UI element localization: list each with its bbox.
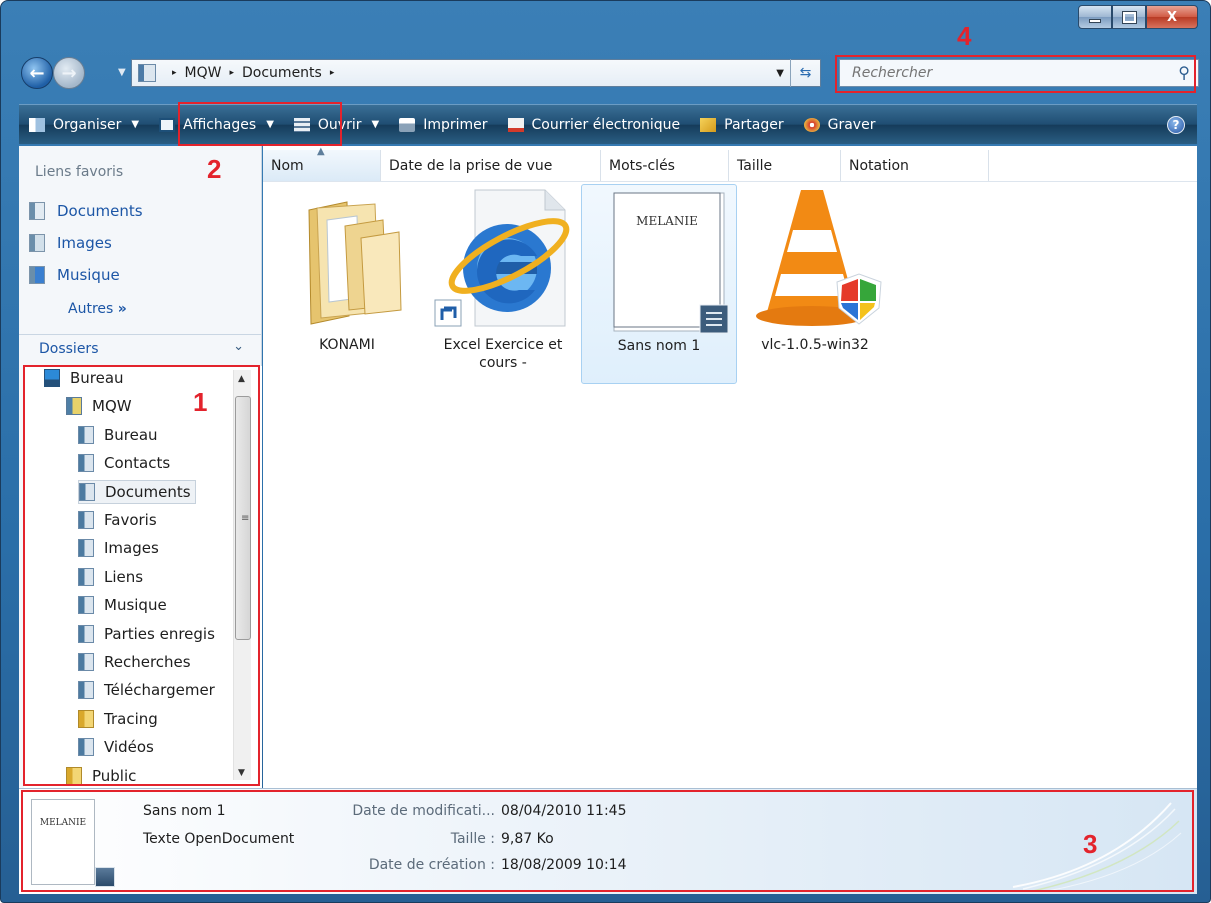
forward-arrow-icon: →: [61, 62, 77, 84]
refresh-button[interactable]: ⇆: [790, 59, 820, 87]
column-headers: Nom ▲ Date de la prise de vue Mots-clés …: [263, 146, 1197, 182]
chevron-down-icon: ⌄: [233, 339, 244, 354]
breadcrumb-documents[interactable]: Documents: [242, 65, 322, 81]
favorite-images[interactable]: Images: [29, 234, 112, 252]
address-dropdown-icon[interactable]: ▼: [776, 68, 784, 79]
caption-buttons: X: [1078, 5, 1198, 31]
address-bar[interactable]: ▸ MQW ▸ Documents ▸ ▼ ⇆: [131, 59, 821, 87]
close-icon: X: [1166, 9, 1178, 25]
back-arrow-icon: ←: [29, 62, 45, 84]
file-item-vlc[interactable]: vlc-1.0.5-win32: [737, 184, 893, 384]
thumbnail-text: MELANIE: [636, 214, 698, 228]
file-name: Excel Exercice et cours -: [443, 337, 563, 371]
email-label: Courrier électronique: [531, 116, 681, 133]
file-name: vlc-1.0.5-win32: [761, 337, 869, 353]
maximize-icon: [1121, 10, 1137, 24]
location-folder-icon: [138, 64, 156, 82]
share-icon: [700, 117, 717, 132]
column-name-label: Nom: [271, 157, 304, 174]
print-icon: [399, 117, 416, 132]
share-label: Partager: [724, 116, 784, 133]
favorite-documents[interactable]: Documents: [29, 202, 143, 220]
favorite-images-label: Images: [57, 234, 112, 252]
favorites-more-link[interactable]: Autres »: [68, 301, 127, 317]
annotation-number-4: 4: [957, 21, 972, 51]
column-header-date-taken[interactable]: Date de la prise de vue: [381, 150, 601, 181]
breadcrumb-separator-icon: ▸: [229, 68, 235, 78]
documents-icon: [29, 202, 45, 220]
file-name: KONAMI: [319, 337, 375, 353]
breadcrumb-separator-icon: ▸: [172, 68, 177, 78]
annotation-box-3: [21, 790, 1194, 892]
folders-header[interactable]: Dossiers ⌄: [19, 334, 262, 362]
minimize-icon: [1089, 19, 1101, 23]
column-rating-label: Notation: [849, 157, 909, 174]
breadcrumb-mqw[interactable]: MQW: [185, 65, 222, 81]
organize-icon: [29, 117, 45, 132]
share-button[interactable]: Partager: [690, 105, 793, 144]
maximize-button[interactable]: [1112, 5, 1146, 29]
favorite-music[interactable]: Musique: [29, 266, 120, 284]
back-button[interactable]: ←: [21, 57, 53, 89]
annotation-box-2: [178, 102, 342, 146]
annotation-number-2: 2: [207, 154, 222, 184]
minimize-button[interactable]: [1078, 5, 1112, 29]
images-icon: [29, 234, 45, 252]
file-item-sans-nom-1[interactable]: MELANIE Sans nom 1: [581, 184, 737, 384]
email-icon: [507, 117, 524, 132]
file-view: Nom ▲ Date de la prise de vue Mots-clés …: [263, 146, 1197, 788]
organize-button[interactable]: Organiser ▼: [19, 105, 149, 144]
annotation-box-4: [835, 55, 1196, 93]
help-icon[interactable]: ?: [1167, 116, 1185, 134]
forward-button[interactable]: →: [53, 57, 85, 89]
breadcrumb-separator-icon[interactable]: ▸: [330, 68, 335, 78]
print-label: Imprimer: [423, 116, 488, 133]
music-icon: [29, 266, 45, 284]
explorer-window: X ← → ▼ ▸ MQW ▸ Documents ▸ ▼ ⇆ ⚲ Organi…: [0, 0, 1211, 903]
print-button[interactable]: Imprimer: [389, 105, 497, 144]
column-header-name[interactable]: Nom ▲: [263, 146, 381, 181]
file-item-excel-exercice[interactable]: Excel Exercice et cours -: [425, 184, 581, 384]
column-date-taken-label: Date de la prise de vue: [389, 157, 553, 174]
annotation-box-1: [23, 365, 260, 786]
column-tags-label: Mots-clés: [609, 157, 675, 174]
column-header-size[interactable]: Taille: [729, 150, 841, 181]
burn-icon: [803, 117, 820, 132]
favorites-more-label: Autres: [68, 301, 114, 317]
opendocument-text-icon: MELANIE: [613, 192, 729, 334]
folder-icon: [308, 201, 402, 325]
file-item-konami[interactable]: KONAMI: [269, 184, 425, 384]
annotation-number-3: 3: [1083, 829, 1098, 859]
close-button[interactable]: X: [1146, 5, 1198, 29]
history-dropdown-icon[interactable]: ▼: [118, 67, 126, 78]
dropdown-arrow-icon: ▼: [371, 119, 380, 130]
column-header-tags[interactable]: Mots-clés: [601, 150, 729, 181]
column-header-rating[interactable]: Notation: [841, 150, 989, 181]
burn-button[interactable]: Graver: [794, 105, 886, 144]
file-name: Sans nom 1: [617, 338, 701, 354]
favorite-music-label: Musique: [57, 266, 120, 284]
favorites-title: Liens favoris: [35, 164, 124, 180]
organize-label: Organiser: [53, 116, 122, 133]
column-size-label: Taille: [737, 157, 773, 174]
favorite-documents-label: Documents: [57, 202, 143, 220]
views-icon: [159, 117, 176, 132]
email-button[interactable]: Courrier électronique: [498, 105, 691, 144]
refresh-icon: ⇆: [799, 65, 812, 81]
double-chevron-icon: »: [117, 301, 127, 317]
vlc-installer-icon: [756, 190, 882, 326]
dropdown-arrow-icon: ▼: [131, 119, 140, 130]
sort-ascending-icon: ▲: [317, 146, 325, 157]
annotation-number-1: 1: [193, 387, 208, 417]
folders-title: Dossiers: [39, 340, 99, 357]
internet-shortcut-icon: [434, 189, 570, 327]
burn-label: Graver: [827, 116, 876, 133]
